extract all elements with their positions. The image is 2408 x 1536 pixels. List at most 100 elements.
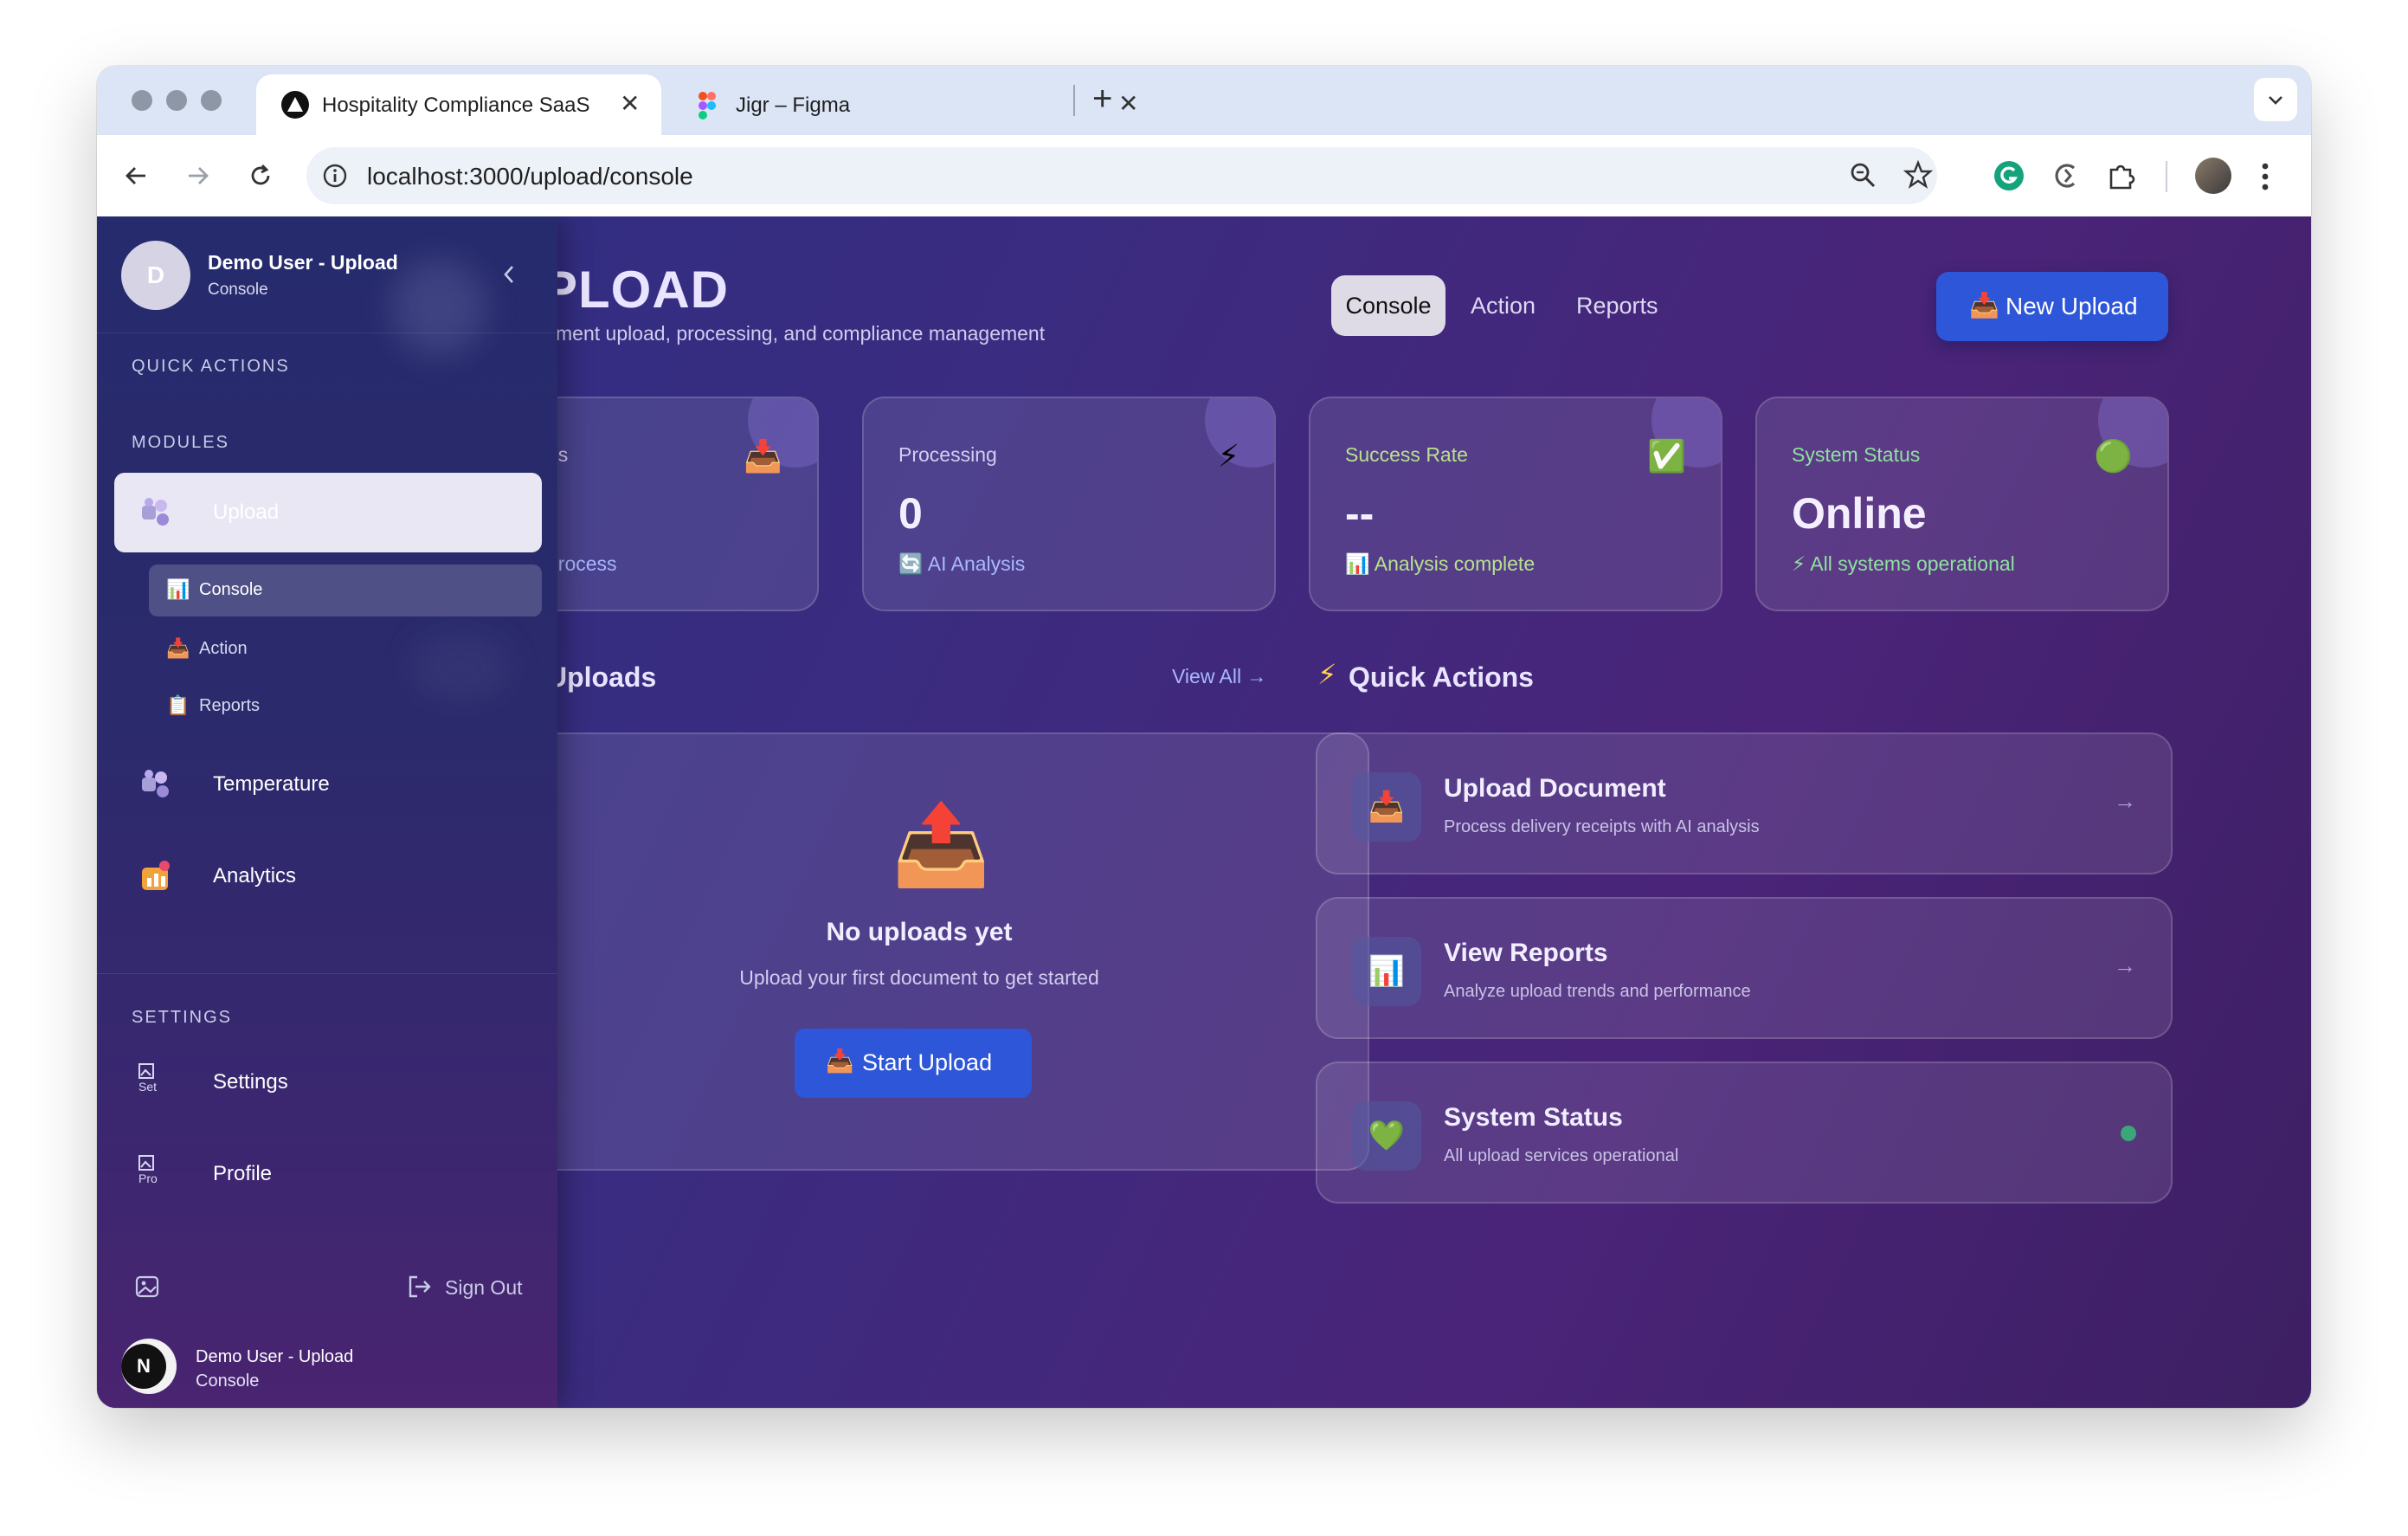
broken-image-icon: Pro	[138, 1155, 173, 1190]
grammarly-extension-icon[interactable]	[1993, 159, 2025, 197]
sidebar-subitem-action[interactable]: 📥 Action	[149, 623, 542, 675]
sidebar-item-analytics[interactable]: Analytics	[114, 836, 542, 916]
window-close-dot[interactable]	[132, 90, 152, 111]
tab-action[interactable]: Action	[1471, 293, 1536, 319]
user-subtitle: Console	[208, 281, 268, 299]
sidebar-item-temperature[interactable]: Temperature	[114, 745, 542, 824]
tab-search-button[interactable]	[2254, 78, 2297, 121]
stat-card-processing: Processing ⚡ 0 🔄 AI Analysis	[862, 397, 1276, 611]
forward-button[interactable]	[177, 154, 220, 197]
inbox-tray-icon: 📥	[826, 1048, 854, 1074]
window-zoom-dot[interactable]	[201, 90, 222, 111]
divider	[97, 973, 557, 974]
stat-sub: ⚡ All systems operational	[1792, 552, 2015, 575]
url-text[interactable]: localhost:3000/upload/console	[367, 163, 693, 190]
sidebar: D Demo User - Upload Console QUICK ACTIO…	[97, 216, 557, 1408]
footer-user-subtitle: Console	[196, 1371, 260, 1391]
tab-console-label: Console	[1345, 293, 1432, 319]
stat-sub: 📊 Analysis complete	[1345, 552, 1536, 575]
browser-tab-active[interactable]: Hospitality Compliance SaaS ✕	[256, 74, 661, 135]
profile-avatar[interactable]	[2195, 158, 2231, 194]
tab-reports[interactable]: Reports	[1576, 293, 1658, 319]
sidebar-subitem-label: Action	[199, 639, 248, 658]
sidebar-subitem-reports[interactable]: 📋 Reports	[149, 681, 542, 733]
inbox-tray-icon: 📥	[1969, 292, 1999, 319]
section-heading-modules: MODULES	[132, 433, 229, 452]
bar-chart-icon: 📊	[1352, 937, 1421, 1006]
quick-action-description: Analyze upload trends and performance	[1444, 982, 1751, 1001]
browser-window: Hospitality Compliance SaaS ✕ Jigr – Fig…	[97, 66, 2311, 1408]
status-dot	[2121, 1126, 2136, 1141]
start-upload-label: Start Upload	[862, 1049, 993, 1075]
section-heading-quick-actions: QUICK ACTIONS	[132, 357, 290, 376]
start-upload-button[interactable]: 📥 Start Upload	[795, 1029, 1032, 1098]
back-button[interactable]	[114, 154, 158, 197]
quick-action-title: System Status	[1444, 1103, 1623, 1132]
image-icon[interactable]	[135, 1275, 159, 1303]
window-minimize-dot[interactable]	[166, 90, 187, 111]
stat-card-system-status: System Status 🟢 Online ⚡ All systems ope…	[1755, 397, 2169, 611]
browser-toolbar: localhost:3000/upload/console	[97, 135, 2311, 217]
green-circle-icon: 🟢	[2094, 438, 2133, 474]
view-all-link[interactable]: View All →	[1172, 665, 1267, 688]
quick-action-system-status[interactable]: 💚 System Status All upload services oper…	[1316, 1062, 2173, 1204]
triangle-logo-icon	[280, 90, 310, 124]
inbox-tray-icon: 📥	[166, 637, 190, 659]
inbox-tray-icon: 📥	[1352, 772, 1421, 842]
sidebar-item-label: Profile	[213, 1162, 273, 1185]
stat-label: Processing	[898, 443, 997, 466]
app-viewport: PLOAD ment upload, processing, and compl…	[97, 216, 2311, 1408]
stat-label: System Status	[1792, 443, 1921, 466]
bar-chart-icon: 📊	[166, 578, 190, 600]
zoom-icon[interactable]	[1847, 159, 1878, 195]
avatar-initial: D	[146, 261, 165, 288]
stat-value: Online	[1792, 489, 1927, 538]
sidebar-subitem-console[interactable]: 📊 Console	[149, 565, 542, 616]
lightning-icon: ⚡	[1317, 659, 1337, 690]
page-title: PLOAD	[543, 261, 729, 319]
sign-out-button[interactable]: Sign Out	[405, 1269, 535, 1304]
arrow-right-icon: →	[2114, 952, 2136, 978]
tab-close-icon[interactable]: ✕	[620, 90, 640, 118]
arrow-right-icon	[189, 167, 209, 184]
kebab-menu-icon[interactable]	[2261, 161, 2270, 197]
tab-title: Hospitality Compliance SaaS	[322, 94, 590, 117]
footer-avatar-ring[interactable]: N	[121, 1339, 177, 1394]
tab-close-icon[interactable]: ✕	[1118, 90, 1138, 118]
check-mark-icon: ✅	[1647, 438, 1686, 474]
avatar[interactable]: D	[121, 241, 190, 310]
user-name: Demo User - Upload	[208, 251, 398, 274]
site-info-icon[interactable]	[320, 161, 350, 195]
sidebar-item-profile[interactable]: Pro Profile	[114, 1134, 542, 1214]
inbox-tray-icon: 📥	[744, 438, 782, 474]
new-upload-button[interactable]: 📥 New Upload	[1936, 272, 2168, 341]
quick-action-upload-document[interactable]: 📥 Upload Document Process delivery recei…	[1316, 733, 2173, 874]
tab-console[interactable]: Console	[1331, 275, 1445, 336]
figma-icon	[698, 92, 717, 124]
blur-decoration	[391, 260, 486, 355]
card-corner-decoration	[1205, 398, 1274, 468]
address-bar[interactable]: localhost:3000/upload/console	[306, 147, 1937, 204]
recent-uploads-panel: 📤 No uploads yet Upload your first docum…	[469, 733, 1369, 1171]
quick-action-view-reports[interactable]: 📊 View Reports Analyze upload trends and…	[1316, 897, 2173, 1039]
bookmark-star-icon[interactable]	[1903, 159, 1934, 195]
stat-sub: 🔄 AI Analysis	[898, 552, 1026, 575]
quick-action-description: All upload services operational	[1444, 1146, 1679, 1165]
chevron-down-icon	[2269, 96, 2282, 105]
sidebar-item-upload[interactable]: Upload	[114, 473, 542, 552]
new-upload-label: New Upload	[2006, 293, 2138, 319]
extensions-puzzle-icon[interactable]	[2105, 159, 2138, 197]
stat-card-success-rate: Success Rate ✅ -- 📊 Analysis complete	[1309, 397, 1722, 611]
broken-image-alt: Set	[138, 1080, 158, 1094]
new-tab-button[interactable]: +	[1092, 78, 1112, 119]
reload-button[interactable]	[239, 154, 282, 197]
stat-sub: process	[547, 552, 617, 575]
sidebar-item-label: Temperature	[213, 772, 330, 796]
quick-actions-title: Quick Actions	[1349, 662, 1534, 693]
chevron-left-icon	[504, 266, 513, 283]
collapse-sidebar-button[interactable]	[500, 263, 518, 290]
toolbar-divider	[2166, 161, 2167, 192]
sign-out-label: Sign Out	[445, 1276, 523, 1299]
sidebar-item-settings[interactable]: Set Settings	[114, 1042, 542, 1122]
extension-c-icon[interactable]	[2050, 159, 2083, 197]
